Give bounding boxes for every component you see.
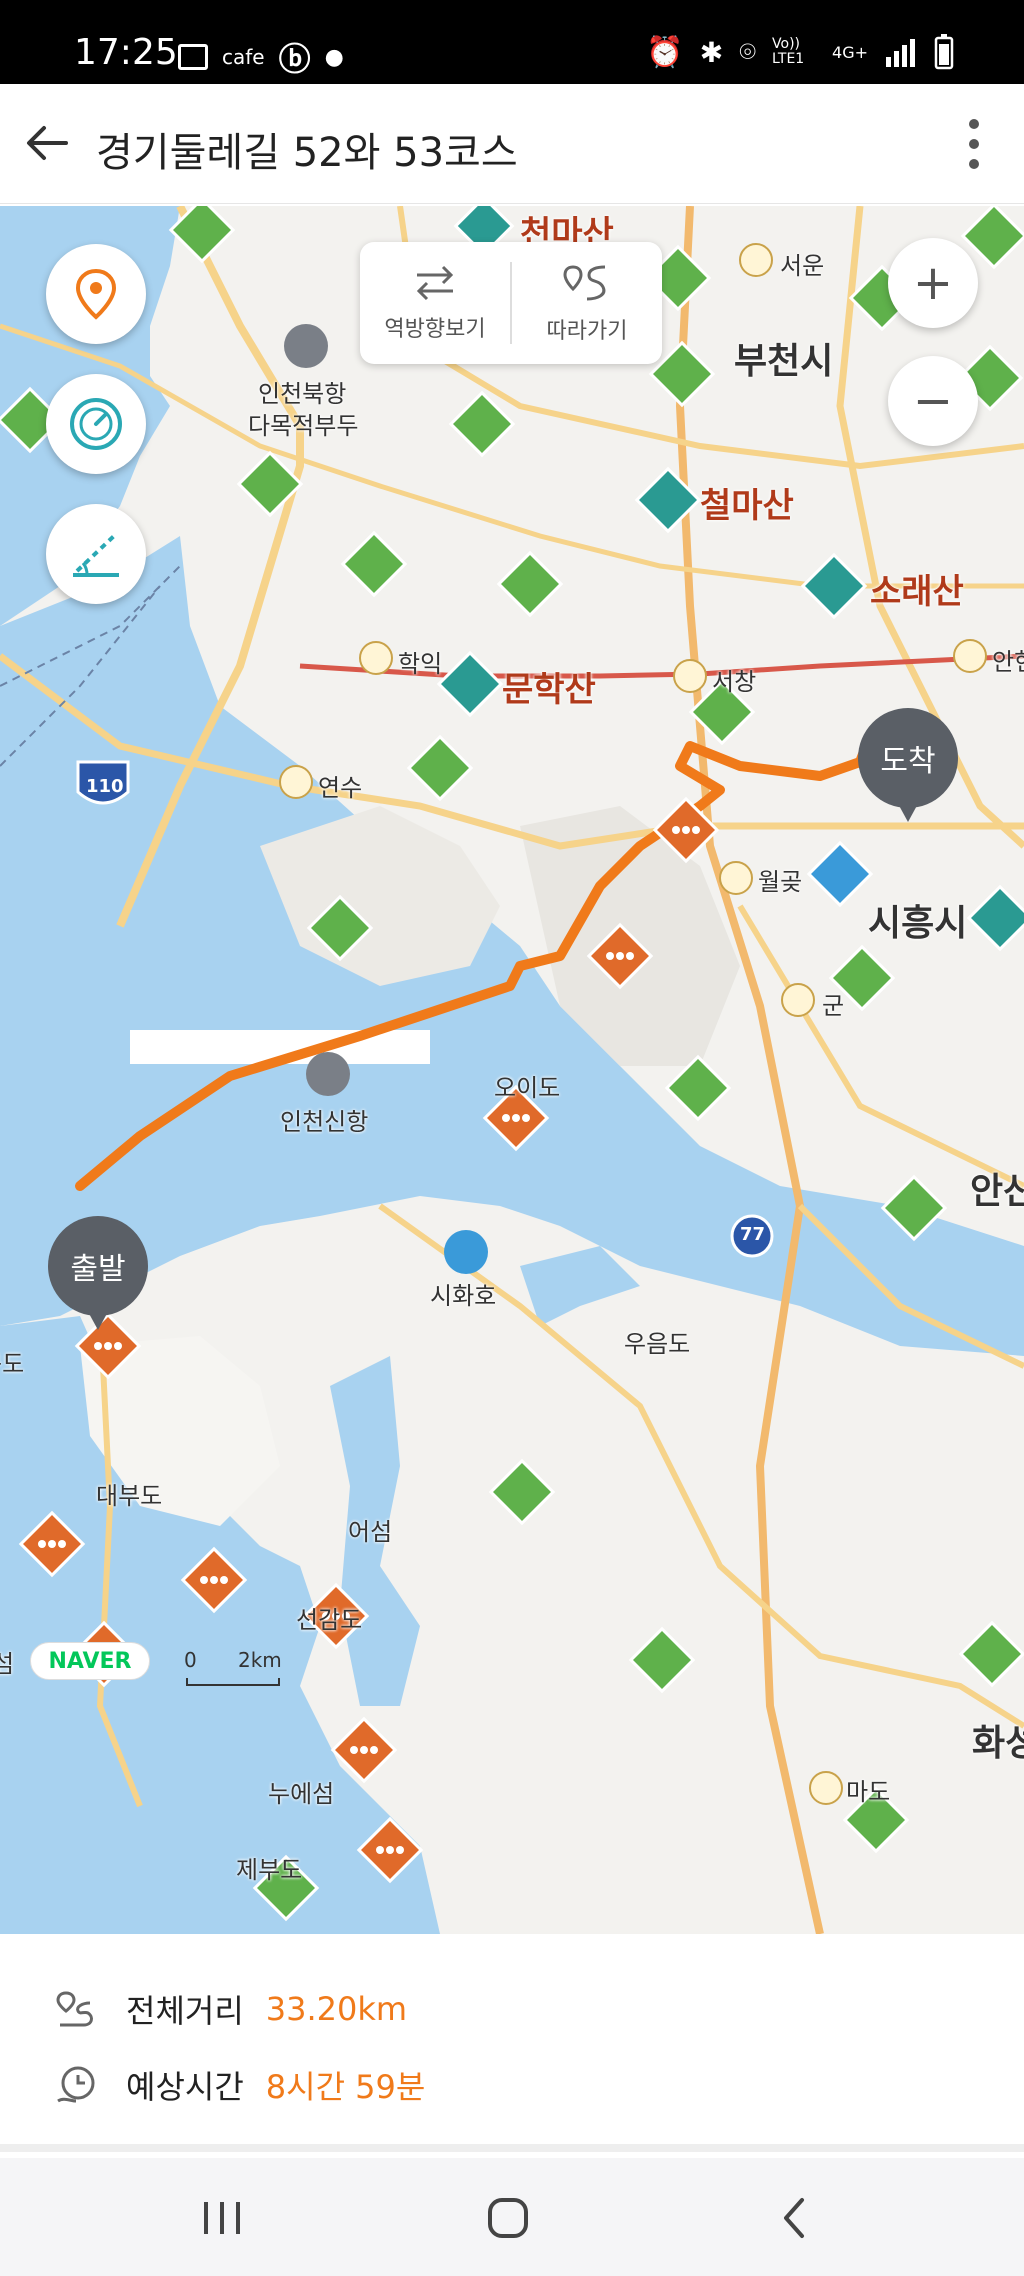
- clock-icon: [57, 2066, 95, 2103]
- time-label: 예상시간: [126, 2068, 244, 2106]
- elevation-button[interactable]: [46, 504, 146, 604]
- distance-label: 전체거리: [126, 1992, 244, 2030]
- label-bucheon: 부천시: [734, 341, 834, 382]
- 4g-icon: 4G+: [832, 42, 868, 62]
- label-route-77: 77: [740, 1224, 766, 1245]
- label-gudo: 구도: [0, 1350, 25, 1378]
- label-yeonsu: 연수: [318, 774, 363, 802]
- label-hakik: 학익: [398, 650, 443, 678]
- location-icon: ⌾: [739, 35, 757, 68]
- status-bar: 17:25 cafe ⓑ ● ⏰ ✱ ⌾ Vo)) LTE1 4G+: [0, 0, 1024, 84]
- route-distance-icon: [56, 1991, 93, 2027]
- back-icon[interactable]: [764, 2188, 824, 2248]
- scale-zero: 0: [184, 1648, 197, 1672]
- my-location-button[interactable]: [46, 244, 146, 344]
- slope-icon: [73, 533, 119, 577]
- zoom-out-button[interactable]: −: [888, 356, 978, 446]
- label-daebudo: 대부도: [96, 1482, 163, 1510]
- time-row: 예상시간 8시간 59분: [54, 2062, 425, 2108]
- label-multi-pier: 다목적부두: [248, 412, 359, 440]
- label-oido: 오이도: [494, 1074, 561, 1102]
- end-pin[interactable]: 도착: [858, 708, 958, 832]
- time-value: 8시간 59분: [265, 2068, 426, 2106]
- label-wolgot: 월곶: [758, 868, 803, 896]
- label-jebudo: 제부도: [236, 1856, 303, 1884]
- label-mado: 마도: [846, 1778, 891, 1806]
- alarm-icon: ⏰: [646, 34, 684, 70]
- label-incheon-new-port: 인천신항: [280, 1108, 369, 1136]
- minus-icon: −: [912, 373, 954, 429]
- label-seowun: 서운: [780, 252, 825, 280]
- home-icon[interactable]: [478, 2188, 538, 2248]
- label-ansan-jc: 안현: [992, 648, 1024, 676]
- label-cheolmasan: 철마산: [700, 486, 794, 526]
- system-nav-bar: [0, 2158, 1024, 2276]
- label-incheon-north-port: 인천북항: [258, 380, 347, 408]
- app-header: 경기둘레길 52와 53코스: [0, 84, 1024, 204]
- label-siheung: 시흥시: [868, 903, 968, 944]
- gauge-icon: [70, 398, 122, 450]
- map-view[interactable]: 천마산 서운 부천시 인천북항 다목적부두 철마산 소래산 학익 문학산 서창 …: [0, 206, 1024, 1934]
- naver-logo: NAVER: [30, 1642, 150, 1680]
- dot-icon: ●: [324, 44, 344, 70]
- swap-arrows-icon: [416, 265, 454, 301]
- volte-icon: Vo)) LTE1: [772, 36, 805, 67]
- recent-apps-icon[interactable]: [192, 2188, 252, 2248]
- label-hwaseong: 화성: [972, 1723, 1024, 1764]
- label-seondo: 선감도: [296, 1606, 363, 1634]
- distance-value: 33.20km: [265, 1990, 408, 2028]
- scale-distance: 2km: [238, 1648, 282, 1672]
- distance-row: 전체거리 33.20km: [54, 1986, 407, 2032]
- status-time: 17:25: [74, 32, 178, 73]
- compass-button[interactable]: [46, 374, 146, 474]
- status-left-icons: cafe ⓑ ●: [178, 34, 344, 80]
- label-seochang: 서창: [712, 668, 757, 696]
- status-right-icons: ⏰ ✱ ⌾ Vo)) LTE1 4G+: [646, 34, 954, 70]
- follow-route-label: 따라가기: [546, 319, 628, 344]
- reverse-direction-button[interactable]: 역방향보기: [360, 242, 510, 364]
- back-arrow-icon[interactable]: [22, 118, 72, 168]
- battery-icon: [934, 34, 954, 70]
- route-follow-icon: [563, 265, 606, 301]
- label-sihwaho: 시화호: [430, 1282, 497, 1310]
- route-summary: 전체거리 33.20km 예상시간 8시간 59분: [0, 1934, 1024, 2152]
- end-pin-label: 도착: [858, 708, 958, 808]
- label-soraesan: 소래산: [870, 572, 964, 612]
- direction-toggle: 역방향보기 따라가기: [360, 242, 662, 364]
- follow-route-button[interactable]: 따라가기: [512, 242, 662, 364]
- label-munhaksan: 문학산: [502, 670, 596, 710]
- label-gun: 군: [822, 992, 845, 1020]
- more-vertical-icon[interactable]: [964, 116, 984, 172]
- label-route-110: 110: [86, 776, 124, 797]
- label-seom: 섬: [0, 1650, 15, 1678]
- b-icon: ⓑ: [278, 40, 311, 78]
- reverse-direction-label: 역방향보기: [384, 317, 486, 342]
- start-pin-label: 출발: [48, 1216, 148, 1316]
- image-icon: [178, 44, 208, 70]
- signal-icon: [886, 39, 915, 67]
- label-nuesom: 누에섬: [268, 1780, 335, 1808]
- label-eoseom: 어섬: [348, 1518, 393, 1546]
- start-pin[interactable]: 출발: [48, 1216, 148, 1340]
- label-ueumdo: 우음도: [624, 1330, 691, 1358]
- label-ansan: 안산: [970, 1171, 1024, 1212]
- plus-icon: +: [912, 255, 954, 311]
- zoom-in-button[interactable]: +: [888, 238, 978, 328]
- bluetooth-icon: ✱: [699, 35, 724, 69]
- location-pin-icon: [75, 268, 117, 320]
- page-title: 경기둘레길 52와 53코스: [96, 130, 518, 176]
- cafe-icon: cafe: [222, 45, 265, 69]
